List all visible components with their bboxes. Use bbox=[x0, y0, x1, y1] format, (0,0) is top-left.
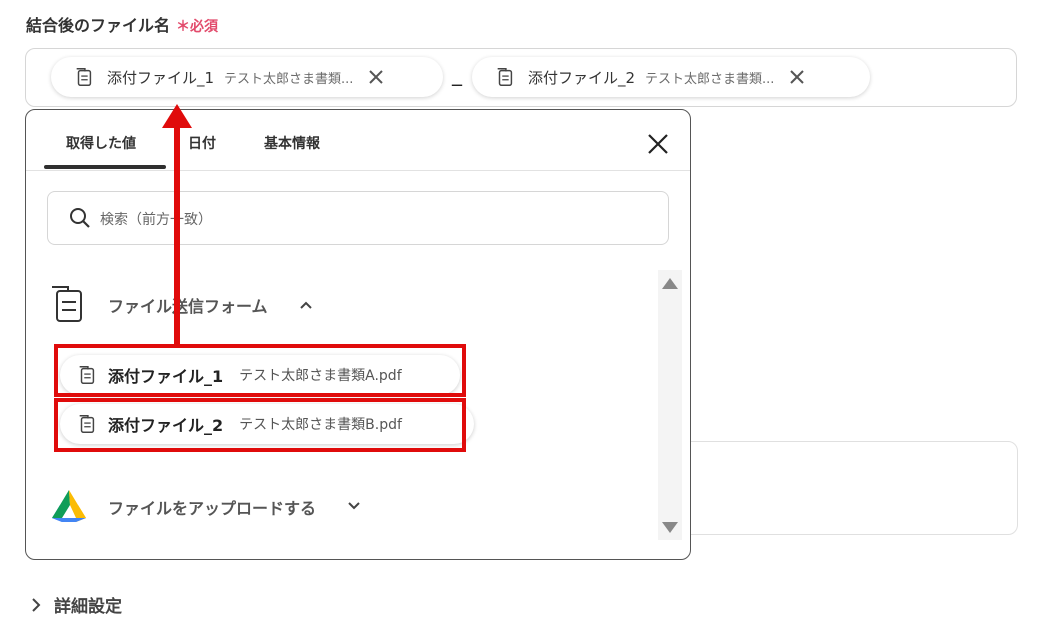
tab-basic-info[interactable]: 基本情報 bbox=[264, 133, 320, 153]
remove-chip-icon[interactable] bbox=[788, 68, 806, 86]
tab-date[interactable]: 日付 bbox=[188, 133, 216, 153]
close-icon[interactable] bbox=[646, 132, 670, 156]
group-title-form[interactable]: ファイル送信フォーム bbox=[108, 293, 268, 317]
required-badge: ＊必須 bbox=[176, 19, 219, 35]
chip-attachment-1[interactable]: 添付ファイル_1 テスト太郎さま書類... bbox=[51, 57, 443, 97]
chip-attachment-2[interactable]: 添付ファイル_2 テスト太郎さま書類... bbox=[472, 57, 870, 97]
value-picker-popup: 取得した値 日付 基本情報 検索（前方一致） ファイル送信フォーム 添付ファイル… bbox=[25, 109, 691, 560]
group-title-upload[interactable]: ファイルをアップロードする bbox=[108, 495, 316, 519]
scrollbar[interactable] bbox=[658, 270, 682, 540]
active-tab-indicator bbox=[44, 165, 166, 169]
search-placeholder: 検索（前方一致） bbox=[100, 212, 212, 228]
chevron-right-icon bbox=[32, 597, 41, 612]
chevron-up-icon[interactable] bbox=[298, 297, 314, 313]
field-label-text: 結合後のファイル名 bbox=[26, 16, 171, 35]
scroll-down-icon[interactable] bbox=[660, 520, 680, 536]
search-input[interactable]: 検索（前方一致） bbox=[47, 191, 669, 245]
chevron-down-icon[interactable] bbox=[346, 498, 362, 514]
chip-name: 添付ファイル_2 bbox=[528, 68, 636, 87]
google-drive-icon bbox=[52, 490, 86, 522]
highlight-box-2 bbox=[54, 398, 466, 452]
background-field bbox=[640, 441, 1018, 535]
scroll-up-icon[interactable] bbox=[660, 275, 680, 291]
remove-chip-icon[interactable] bbox=[367, 68, 385, 86]
chip-name: 添付ファイル_1 bbox=[107, 68, 215, 87]
field-label: 結合後のファイル名 ＊必須 bbox=[26, 12, 218, 36]
search-icon bbox=[70, 208, 90, 228]
form-doc-icon bbox=[52, 286, 82, 322]
chip-value: テスト太郎さま書類... bbox=[645, 71, 775, 87]
popup-tabs: 取得した値 日付 基本情報 bbox=[26, 110, 690, 171]
form-doc-icon bbox=[497, 68, 513, 86]
highlight-box-1 bbox=[54, 344, 466, 397]
tab-acquired-values[interactable]: 取得した値 bbox=[66, 133, 136, 153]
chip-value: テスト太郎さま書類... bbox=[224, 71, 354, 87]
form-doc-icon bbox=[76, 68, 92, 86]
details-toggle[interactable]: 詳細設定 bbox=[28, 592, 122, 617]
details-label: 詳細設定 bbox=[54, 597, 122, 617]
separator-text: _ bbox=[452, 62, 462, 86]
